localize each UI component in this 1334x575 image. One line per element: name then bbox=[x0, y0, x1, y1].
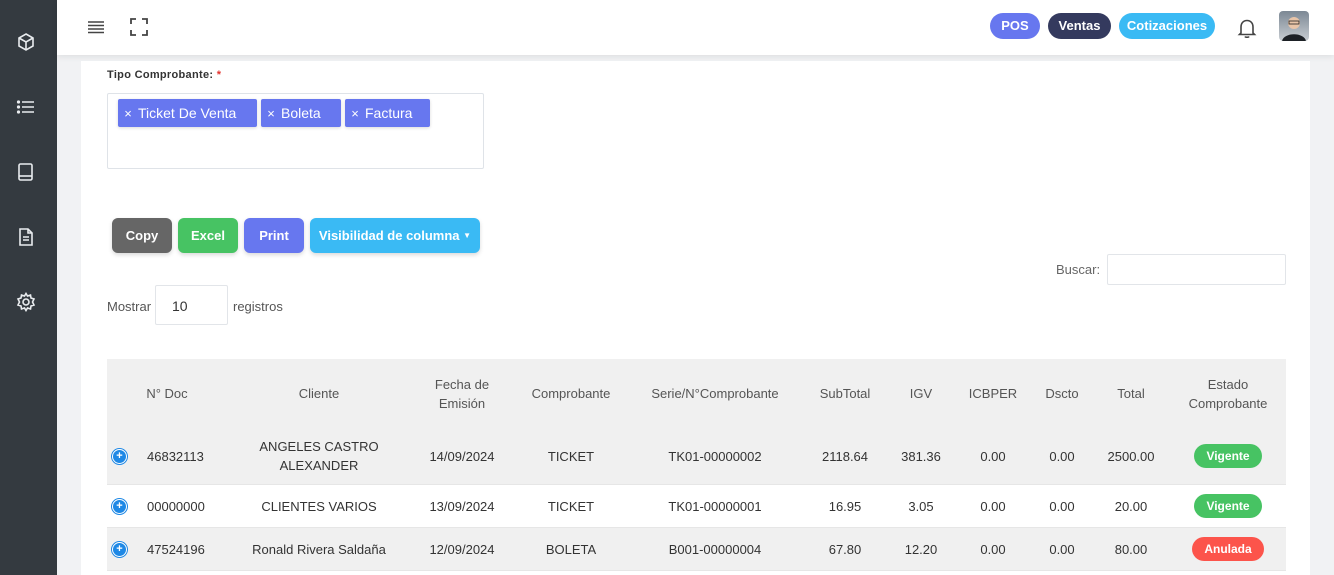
tipo-comprobante-multiselect[interactable]: × Ticket De Venta × Boleta × Factura bbox=[107, 93, 484, 169]
cell-igv: 12.20 bbox=[904, 541, 938, 557]
length-suffix: registros bbox=[233, 299, 283, 314]
cell-icbper: 0.00 bbox=[980, 448, 1006, 464]
expand-row-icon[interactable]: + bbox=[112, 542, 127, 557]
cell-doc: 46832113 bbox=[147, 448, 204, 464]
cell-comprobante: TICKET bbox=[547, 448, 595, 464]
ventas-button[interactable]: Ventas bbox=[1048, 13, 1111, 39]
cell-fecha: 13/09/2024 bbox=[429, 498, 495, 514]
cell-fecha: 12/09/2024 bbox=[429, 541, 495, 557]
cell-serie: B001-00000004 bbox=[668, 541, 762, 557]
cell-dscto: 0.00 bbox=[1049, 498, 1075, 514]
cell-doc: 47524196 bbox=[147, 541, 205, 557]
page-length-select[interactable]: 10 bbox=[155, 285, 228, 325]
cell-fecha: 14/09/2024 bbox=[429, 448, 495, 464]
cell-cliente: ANGELES CASTRO ALEXANDER bbox=[259, 439, 379, 473]
cell-subtotal: 16.95 bbox=[828, 498, 862, 514]
cell-dscto: 0.00 bbox=[1049, 448, 1075, 464]
cell-subtotal: 2118.64 bbox=[821, 448, 869, 464]
tipo-comprobante-text: Tipo Comprobante: bbox=[107, 69, 214, 81]
cell-igv: 3.05 bbox=[908, 498, 934, 514]
th-dscto[interactable]: Dscto bbox=[1032, 359, 1092, 428]
topbar: POS Ventas Cotizaciones bbox=[57, 0, 1334, 55]
th-estado[interactable]: Estado Comprobante bbox=[1182, 359, 1274, 428]
table-header: N° Doc Cliente Fecha de Emisión Comproba… bbox=[107, 359, 1286, 428]
cell-serie: TK01-00000002 bbox=[668, 448, 762, 464]
chip-remove-icon[interactable]: × bbox=[118, 100, 138, 128]
table-row[interactable]: + 46832113 ANGELES CASTRO ALEXANDER 14/0… bbox=[107, 428, 1286, 485]
print-button[interactable]: Print bbox=[244, 218, 304, 253]
cotizaciones-button[interactable]: Cotizaciones bbox=[1119, 13, 1215, 39]
box-icon[interactable] bbox=[16, 32, 36, 52]
table-row[interactable]: + 47524196 Ronald Rivera Saldaña 12/09/2… bbox=[107, 528, 1286, 571]
chip-factura: × Factura bbox=[345, 99, 430, 127]
required-mark: * bbox=[216, 69, 222, 81]
fullscreen-icon[interactable] bbox=[129, 17, 149, 37]
excel-button[interactable]: Excel bbox=[178, 218, 238, 253]
list-icon[interactable] bbox=[16, 97, 36, 117]
search-input[interactable] bbox=[1107, 254, 1286, 285]
th-fecha[interactable]: Fecha de Emisión bbox=[424, 359, 500, 428]
cell-icbper: 0.00 bbox=[980, 498, 1006, 514]
cell-dscto: 0.00 bbox=[1049, 541, 1075, 557]
cell-subtotal: 67.80 bbox=[828, 541, 862, 557]
caret-down-icon: ▼ bbox=[463, 231, 472, 240]
th-subtotal[interactable]: SubTotal bbox=[809, 359, 881, 428]
avatar[interactable] bbox=[1279, 11, 1309, 41]
th-comprobante[interactable]: Comprobante bbox=[520, 359, 622, 428]
hamburger-menu-icon[interactable] bbox=[86, 17, 106, 37]
cell-total: 80.00 bbox=[1114, 541, 1148, 557]
sidebar bbox=[0, 0, 57, 575]
main-card: Tipo Comprobante: * × Ticket De Venta × Bo… bbox=[81, 61, 1310, 575]
tipo-comprobante-label: Tipo Comprobante: * bbox=[107, 69, 221, 81]
expand-row-icon[interactable]: + bbox=[112, 449, 127, 464]
chip-label: Boleta bbox=[281, 105, 321, 121]
cell-cliente: Ronald Rivera Saldaña bbox=[252, 541, 386, 557]
cell-igv: 381.36 bbox=[901, 448, 941, 464]
cell-serie: TK01-00000001 bbox=[668, 498, 762, 514]
th-serie[interactable]: Serie/N°Comprobante bbox=[640, 359, 790, 428]
cell-estado: Anulada bbox=[1178, 528, 1278, 570]
th-icbper[interactable]: ICBPER bbox=[963, 359, 1023, 428]
chip-remove-icon[interactable]: × bbox=[345, 100, 365, 128]
chip-label: Ticket De Venta bbox=[138, 105, 237, 121]
length-prefix: Mostrar bbox=[107, 299, 152, 314]
copy-button[interactable]: Copy bbox=[112, 218, 172, 253]
book-icon[interactable] bbox=[16, 162, 36, 182]
cell-doc: 00000000 bbox=[147, 498, 205, 514]
chip-remove-icon[interactable]: × bbox=[261, 100, 281, 128]
column-visibility-label: Visibilidad de columna bbox=[318, 228, 460, 243]
pos-button[interactable]: POS bbox=[990, 13, 1040, 39]
bell-icon[interactable] bbox=[1237, 17, 1257, 39]
cell-comprobante: BOLETA bbox=[545, 541, 597, 557]
gear-icon[interactable] bbox=[16, 291, 36, 313]
expand-row-icon[interactable]: + bbox=[112, 499, 127, 514]
status-badge: Vigente bbox=[1194, 444, 1262, 468]
status-badge: Vigente bbox=[1194, 494, 1262, 518]
th-igv[interactable]: IGV bbox=[891, 359, 951, 428]
search-label: Buscar: bbox=[1056, 262, 1101, 277]
chip-label: Factura bbox=[365, 105, 413, 121]
cell-icbper: 0.00 bbox=[980, 541, 1006, 557]
cell-comprobante: TICKET bbox=[547, 498, 595, 514]
th-doc[interactable]: N° Doc bbox=[137, 359, 197, 428]
th-total[interactable]: Total bbox=[1101, 359, 1161, 428]
column-visibility-button[interactable]: Visibilidad de columna ▼ bbox=[310, 218, 480, 253]
cell-estado: Vigente bbox=[1178, 485, 1278, 527]
chip-boleta: × Boleta bbox=[261, 99, 341, 127]
cell-total: 2500.00 bbox=[1107, 448, 1155, 464]
cell-cliente: CLIENTES VARIOS bbox=[261, 498, 377, 514]
cell-total: 20.00 bbox=[1114, 498, 1148, 514]
document-icon[interactable] bbox=[16, 227, 36, 247]
th-cliente[interactable]: Cliente bbox=[247, 359, 391, 428]
cell-estado: Vigente bbox=[1178, 428, 1278, 484]
chip-ticket-de-venta: × Ticket De Venta bbox=[118, 99, 257, 127]
table-row[interactable]: + 00000000 CLIENTES VARIOS 13/09/2024 TI… bbox=[107, 485, 1286, 528]
status-badge: Anulada bbox=[1192, 537, 1264, 561]
